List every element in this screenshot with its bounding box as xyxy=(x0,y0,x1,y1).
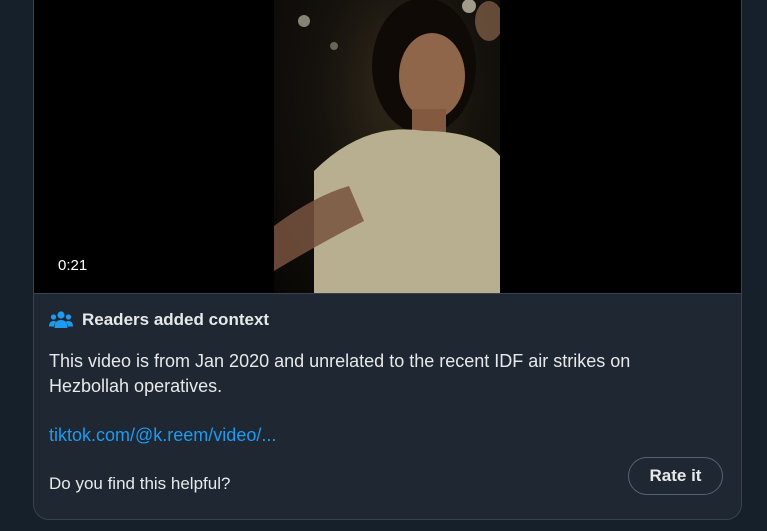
people-icon xyxy=(49,310,73,330)
community-note-title: Readers added context xyxy=(82,310,270,329)
community-note: Readers added context This video is from… xyxy=(34,294,741,519)
rate-it-button[interactable]: Rate it xyxy=(628,457,723,495)
video-thumbnail xyxy=(274,0,500,293)
video-player[interactable]: 0:21 xyxy=(34,0,741,294)
video-frame[interactable] xyxy=(274,0,500,293)
helpful-question: Do you find this helpful? xyxy=(49,474,231,493)
community-note-header: Readers added context xyxy=(49,310,269,330)
tweet-card: 0:21 Readers added context This video is… xyxy=(33,0,742,520)
video-duration: 0:21 xyxy=(50,255,96,276)
community-note-text: This video is from Jan 2020 and unrelate… xyxy=(49,351,631,396)
source-link[interactable]: tiktok.com/@k.reem/video/... xyxy=(49,425,276,446)
